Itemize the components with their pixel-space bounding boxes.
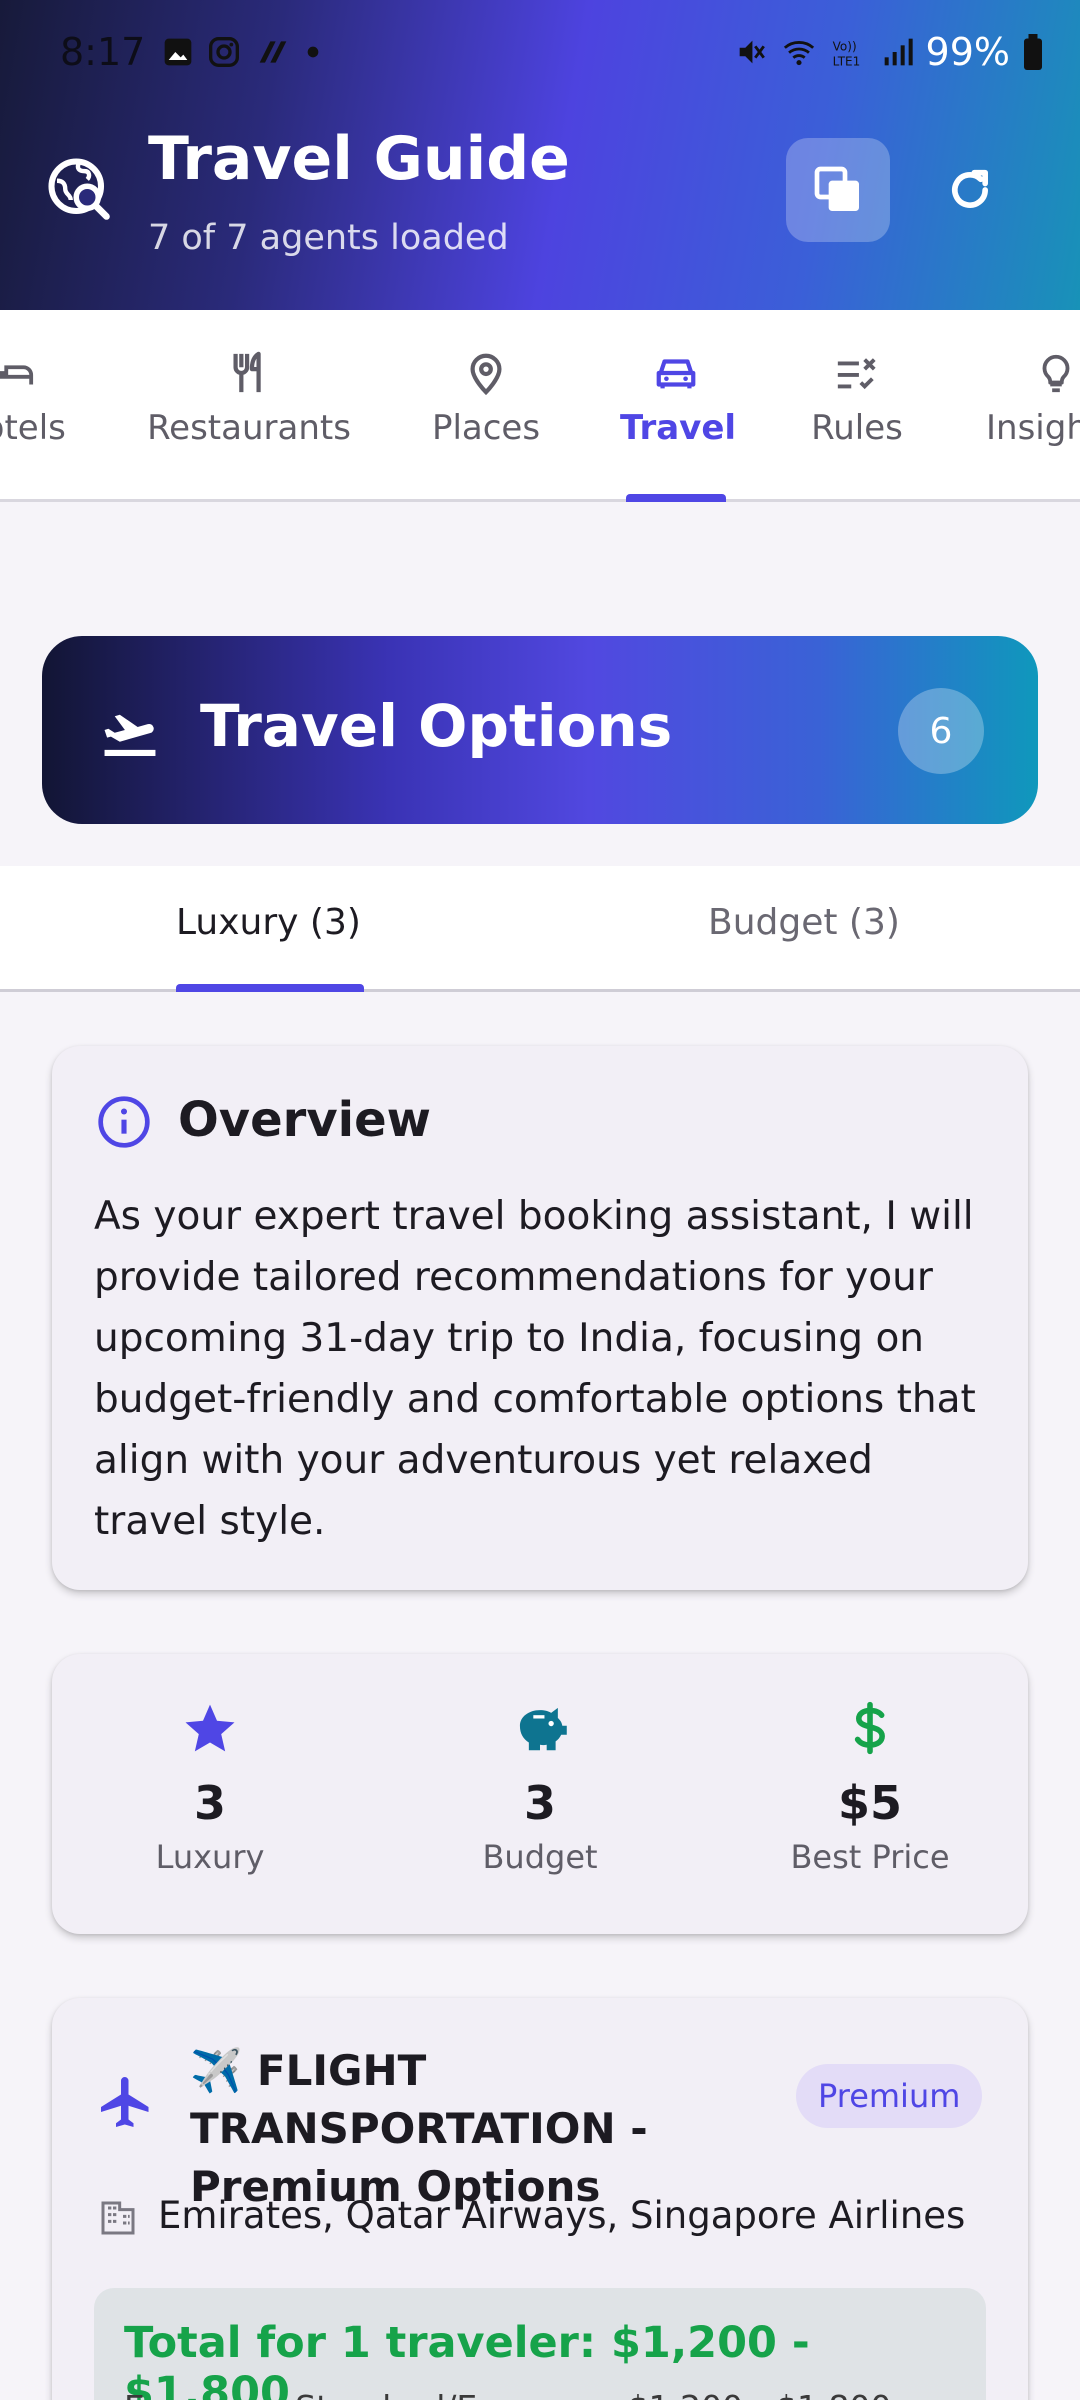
stat-budget: 3 Budget [400, 1700, 680, 1876]
stat-caption: Best Price [790, 1838, 950, 1876]
overview-card: Overview As your expert travel booking a… [52, 1046, 1028, 1590]
airlines-list: Emirates, Qatar Airways, Singapore Airli… [158, 2194, 966, 2237]
svg-text:LTE1: LTE1 [832, 54, 860, 68]
stat-caption: Budget [482, 1838, 598, 1876]
tab-label: Restaurants [147, 408, 351, 448]
tab-label: Rules [811, 408, 903, 448]
options-count-badge: 6 [898, 688, 984, 774]
stat-best-price: $5 Best Price [730, 1700, 1010, 1876]
piggy-bank-icon [519, 1707, 567, 1751]
info-icon [98, 1096, 150, 1148]
tab-restaurants[interactable]: Restaurants [146, 350, 352, 448]
instagram-icon [209, 37, 239, 67]
map-pin-icon [470, 353, 502, 396]
flight-title: ✈️ FLIGHT TRANSPORTATION - Premium Optio… [190, 2046, 648, 2211]
price-detail: Economy: Standard/Economy: $1,200 - $1,8… [124, 2388, 957, 2400]
fork-knife-icon [233, 351, 261, 393]
app-header: 8:17 Vo)) LTE1 99% Travel Guide 7 of 7 ag… [0, 0, 1080, 310]
banner-title: Travel Options [200, 692, 673, 760]
active-tab-indicator [626, 494, 726, 502]
active-subtab-indicator [176, 984, 364, 992]
overview-text: As your expert travel booking assistant,… [94, 1194, 976, 1544]
lightbulb-icon [1042, 354, 1070, 393]
tab-places[interactable]: Places [420, 350, 552, 448]
status-bar: 8:17 Vo)) LTE1 99% [0, 0, 1080, 110]
refresh-button[interactable] [930, 150, 1010, 230]
travel-options-banner: Travel Options 6 [42, 636, 1038, 824]
building-icon [101, 2201, 135, 2235]
status-time: 8:17 [60, 30, 146, 74]
stat-luxury: 3 Luxury [70, 1700, 350, 1876]
car-icon [656, 359, 696, 389]
price-box: Total for 1 traveler: $1,200 - $1,800 Ec… [94, 2288, 986, 2400]
tab-budget[interactable]: Budget (3) [708, 902, 900, 943]
battery-icon [1024, 34, 1042, 70]
bed-icon [0, 365, 34, 385]
mute-icon [739, 40, 765, 64]
tab-travel[interactable]: Travel [620, 350, 737, 448]
copy-icon [814, 166, 859, 211]
stat-value: 3 [193, 1776, 226, 1830]
system-status: Vo)) LTE1 99% [734, 30, 1044, 74]
battery-percent: 99% [925, 30, 1010, 74]
stat-caption: Luxury [155, 1838, 265, 1876]
tab-rules[interactable]: Rules [802, 350, 912, 448]
app-notification-icon [259, 41, 287, 63]
dollar-icon [854, 1701, 885, 1755]
copy-button[interactable] [786, 138, 890, 242]
flight-takeoff-icon [104, 714, 156, 756]
premium-badge: Premium [796, 2064, 983, 2128]
stat-value: 3 [523, 1776, 556, 1830]
category-tab-bar: Hotels Restaurants Places Travel Rules I… [0, 310, 1080, 502]
stat-value: $5 [837, 1776, 902, 1830]
airplane-icon [101, 2077, 149, 2127]
agents-loaded-status: 7 of 7 agents loaded [148, 218, 509, 258]
notification-icons [162, 36, 320, 68]
svg-text:Vo)): Vo)) [832, 40, 856, 54]
star-icon [185, 1704, 235, 1752]
tab-luxury[interactable]: Luxury (3) [176, 902, 361, 943]
volte-icon: Vo))LTE1 [832, 40, 860, 69]
tab-label: Hotels [0, 408, 66, 448]
tab-insights[interactable]: Insights [986, 350, 1080, 448]
price-tier-tabs: Luxury (3) Budget (3) [0, 866, 1080, 992]
tab-label: Travel [620, 408, 737, 448]
tab-label: Places [431, 408, 541, 448]
tab-hotels[interactable]: Hotels [0, 350, 82, 448]
refresh-icon [952, 169, 988, 208]
flight-option-card[interactable]: ✈️ FLIGHT TRANSPORTATION - Premium Optio… [52, 1998, 1028, 2400]
tab-label: Insights [986, 408, 1080, 448]
signal-icon [884, 38, 913, 66]
dot-icon [307, 46, 319, 58]
overview-title: Overview [178, 1092, 431, 1148]
app-title: Travel Guide [148, 124, 570, 194]
wifi-icon [783, 41, 814, 66]
checklist-icon [837, 358, 876, 390]
gallery-icon [164, 38, 192, 66]
stats-card: 3 Luxury 3 Budget $5 Best Price [52, 1654, 1028, 1934]
travel-explore-icon [48, 158, 110, 220]
